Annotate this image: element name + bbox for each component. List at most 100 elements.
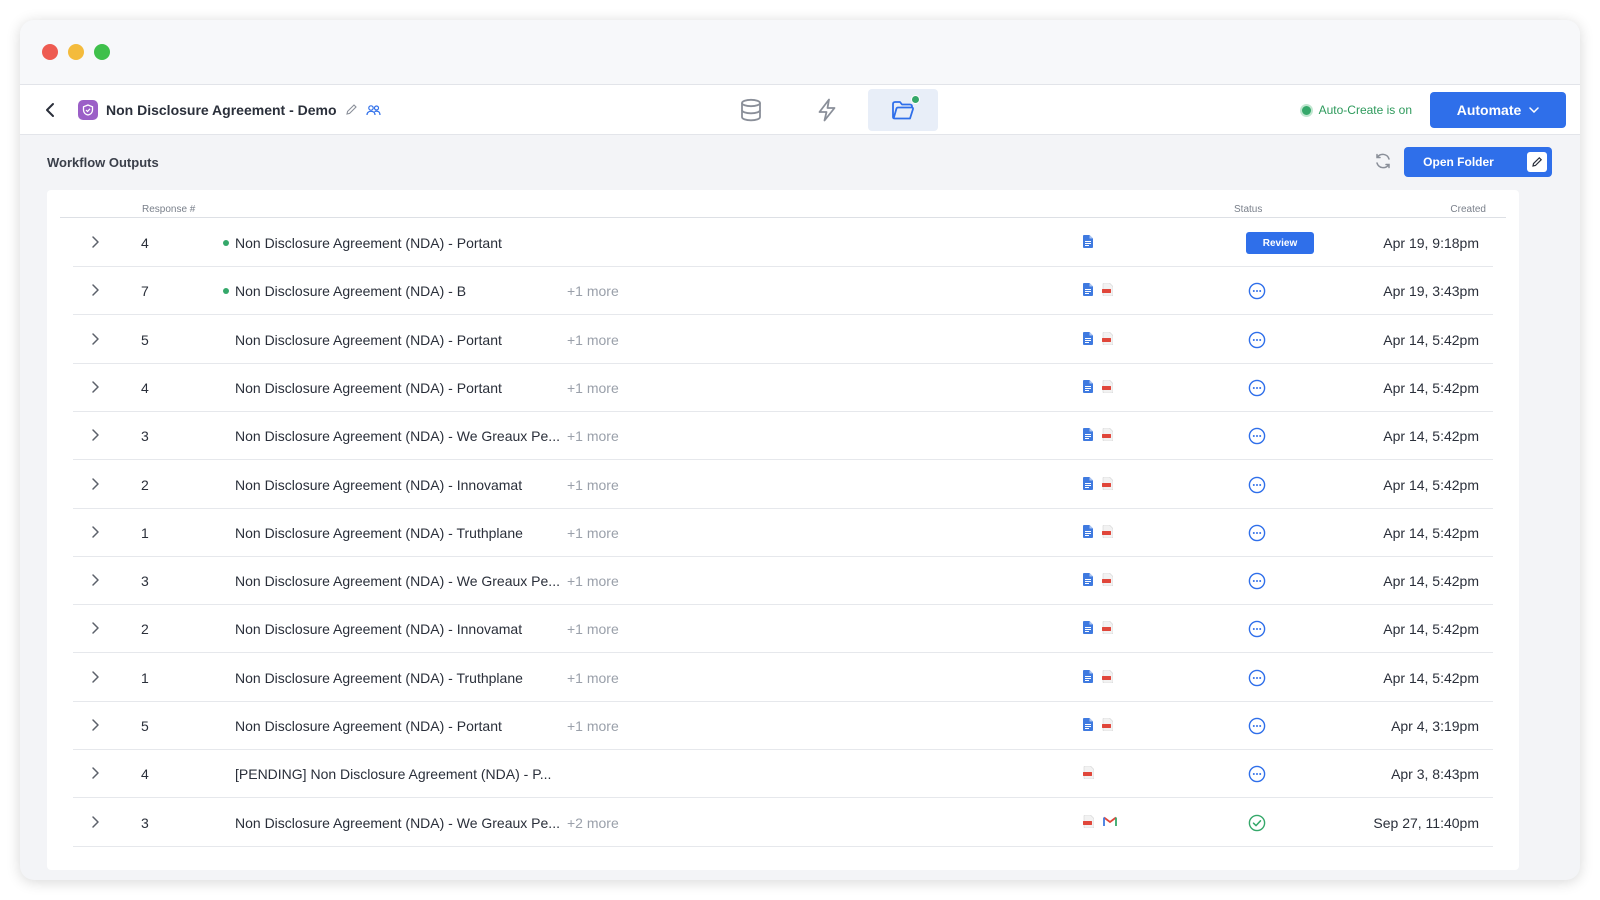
expand-row-button[interactable] bbox=[91, 766, 100, 783]
status-indicator[interactable] bbox=[1248, 282, 1266, 300]
file-link[interactable] bbox=[1083, 379, 1093, 393]
column-status[interactable]: Status bbox=[1234, 204, 1262, 215]
file-link[interactable] bbox=[1083, 621, 1093, 635]
output-name[interactable]: Non Disclosure Agreement (NDA) - Portant bbox=[235, 718, 502, 734]
expand-row-button[interactable] bbox=[91, 477, 100, 494]
expand-row-button[interactable] bbox=[91, 718, 100, 735]
output-name[interactable]: Non Disclosure Agreement (NDA) - We Grea… bbox=[235, 573, 560, 589]
file-link[interactable] bbox=[1103, 816, 1117, 827]
more-outputs-link[interactable]: +1 more bbox=[567, 477, 619, 493]
more-outputs-link[interactable]: +1 more bbox=[567, 621, 619, 637]
table-row[interactable]: 1 Non Disclosure Agreement (NDA) - Truthp… bbox=[73, 654, 1493, 702]
file-link[interactable] bbox=[1102, 524, 1113, 538]
output-name[interactable]: Non Disclosure Agreement (NDA) - Innovam… bbox=[235, 621, 522, 637]
file-link[interactable] bbox=[1102, 428, 1113, 442]
status-indicator[interactable] bbox=[1248, 572, 1266, 590]
file-link[interactable] bbox=[1083, 718, 1093, 731]
open-folder-button[interactable]: Open Folder bbox=[1404, 147, 1552, 177]
status-indicator[interactable] bbox=[1248, 476, 1266, 494]
output-name[interactable]: Non Disclosure Agreement (NDA) - Portant bbox=[235, 332, 502, 348]
table-row[interactable]: 4 Non Disclosure Agreement (NDA) - Portan… bbox=[73, 364, 1493, 412]
minimize-window-button[interactable] bbox=[68, 44, 84, 60]
table-row[interactable]: 7 Non Disclosure Agreement (NDA) - B +1 mo… bbox=[73, 267, 1493, 316]
file-link[interactable] bbox=[1102, 718, 1113, 731]
file-link[interactable] bbox=[1083, 283, 1093, 297]
tab-automations[interactable] bbox=[792, 89, 862, 131]
table-row[interactable]: 1 Non Disclosure Agreement (NDA) - Truthp… bbox=[73, 509, 1493, 557]
table-row[interactable]: 5 Non Disclosure Agreement (NDA) - Portan… bbox=[73, 702, 1493, 750]
file-link[interactable] bbox=[1102, 621, 1113, 635]
output-name[interactable]: Non Disclosure Agreement (NDA) - We Grea… bbox=[235, 815, 560, 831]
review-button[interactable]: Review bbox=[1246, 232, 1314, 254]
output-name[interactable]: Non Disclosure Agreement (NDA) - B bbox=[235, 283, 466, 299]
more-outputs-link[interactable]: +1 more bbox=[567, 428, 619, 444]
status-indicator[interactable] bbox=[1248, 427, 1266, 445]
table-row[interactable]: 4 [PENDING] Non Disclosure Agreement (NDA… bbox=[73, 750, 1493, 799]
file-link[interactable] bbox=[1083, 428, 1093, 442]
status-indicator[interactable] bbox=[1248, 524, 1266, 542]
expand-row-button[interactable] bbox=[91, 670, 100, 687]
status-indicator[interactable] bbox=[1248, 331, 1266, 349]
more-outputs-link[interactable]: +1 more bbox=[567, 380, 619, 396]
file-link[interactable] bbox=[1083, 814, 1094, 828]
file-link[interactable] bbox=[1102, 573, 1113, 587]
tab-outputs[interactable] bbox=[868, 89, 938, 131]
output-name[interactable]: [PENDING] Non Disclosure Agreement (NDA)… bbox=[235, 766, 551, 782]
expand-row-button[interactable] bbox=[91, 525, 100, 542]
more-outputs-link[interactable]: +1 more bbox=[567, 283, 619, 299]
status-indicator[interactable] bbox=[1248, 620, 1266, 638]
column-response[interactable]: Response # bbox=[142, 204, 195, 215]
back-button[interactable] bbox=[30, 90, 70, 130]
output-name[interactable]: Non Disclosure Agreement (NDA) - Innovam… bbox=[235, 477, 522, 493]
edit-folder-button[interactable] bbox=[1527, 152, 1547, 172]
refresh-button[interactable] bbox=[1374, 152, 1392, 175]
file-link[interactable] bbox=[1102, 379, 1113, 393]
file-link[interactable] bbox=[1102, 283, 1113, 297]
table-row[interactable]: 4 Non Disclosure Agreement (NDA) - Portan… bbox=[73, 219, 1493, 267]
table-row[interactable]: 3 Non Disclosure Agreement (NDA) - We Gre… bbox=[73, 799, 1493, 847]
column-created[interactable]: Created bbox=[1450, 204, 1486, 215]
file-link[interactable] bbox=[1102, 669, 1113, 683]
file-link[interactable] bbox=[1083, 331, 1093, 345]
output-name[interactable]: Non Disclosure Agreement (NDA) - We Grea… bbox=[235, 428, 560, 444]
table-row[interactable]: 2 Non Disclosure Agreement (NDA) - Innova… bbox=[73, 461, 1493, 509]
output-name[interactable]: Non Disclosure Agreement (NDA) - Truthpl… bbox=[235, 670, 523, 686]
close-window-button[interactable] bbox=[42, 44, 58, 60]
table-row[interactable]: 3 Non Disclosure Agreement (NDA) - We Gre… bbox=[73, 557, 1493, 606]
status-indicator[interactable] bbox=[1248, 765, 1266, 783]
more-outputs-link[interactable]: +1 more bbox=[567, 525, 619, 541]
status-indicator[interactable] bbox=[1248, 717, 1266, 735]
edit-title-button[interactable] bbox=[345, 103, 358, 116]
file-link[interactable] bbox=[1083, 669, 1093, 683]
expand-row-button[interactable] bbox=[91, 235, 100, 252]
more-outputs-link[interactable]: +1 more bbox=[567, 573, 619, 589]
file-link[interactable] bbox=[1083, 476, 1093, 490]
file-link[interactable] bbox=[1102, 476, 1113, 490]
automate-button[interactable]: Automate bbox=[1430, 92, 1566, 128]
status-indicator[interactable] bbox=[1248, 379, 1266, 397]
file-link[interactable] bbox=[1083, 573, 1093, 587]
maximize-window-button[interactable] bbox=[94, 44, 110, 60]
more-outputs-link[interactable]: +2 more bbox=[567, 815, 619, 831]
auto-create-toggle[interactable]: Auto-Create is on bbox=[1299, 103, 1412, 117]
tab-database[interactable] bbox=[716, 89, 786, 131]
expand-row-button[interactable] bbox=[91, 283, 100, 300]
more-outputs-link[interactable]: +1 more bbox=[567, 670, 619, 686]
file-link[interactable] bbox=[1102, 331, 1113, 345]
expand-row-button[interactable] bbox=[91, 621, 100, 638]
file-link[interactable] bbox=[1083, 235, 1093, 248]
output-name[interactable]: Non Disclosure Agreement (NDA) - Portant bbox=[235, 235, 502, 251]
expand-row-button[interactable] bbox=[91, 332, 100, 349]
more-outputs-link[interactable]: +1 more bbox=[567, 718, 619, 734]
status-indicator[interactable] bbox=[1248, 669, 1266, 687]
file-link[interactable] bbox=[1083, 766, 1094, 780]
share-button[interactable] bbox=[365, 104, 381, 116]
more-outputs-link[interactable]: +1 more bbox=[567, 332, 619, 348]
file-link[interactable] bbox=[1083, 524, 1093, 538]
table-row[interactable]: 2 Non Disclosure Agreement (NDA) - Innova… bbox=[73, 605, 1493, 654]
expand-row-button[interactable] bbox=[91, 428, 100, 445]
table-row[interactable]: 5 Non Disclosure Agreement (NDA) - Portan… bbox=[73, 316, 1493, 364]
status-indicator[interactable] bbox=[1248, 814, 1266, 832]
output-name[interactable]: Non Disclosure Agreement (NDA) - Truthpl… bbox=[235, 525, 523, 541]
output-name[interactable]: Non Disclosure Agreement (NDA) - Portant bbox=[235, 380, 502, 396]
